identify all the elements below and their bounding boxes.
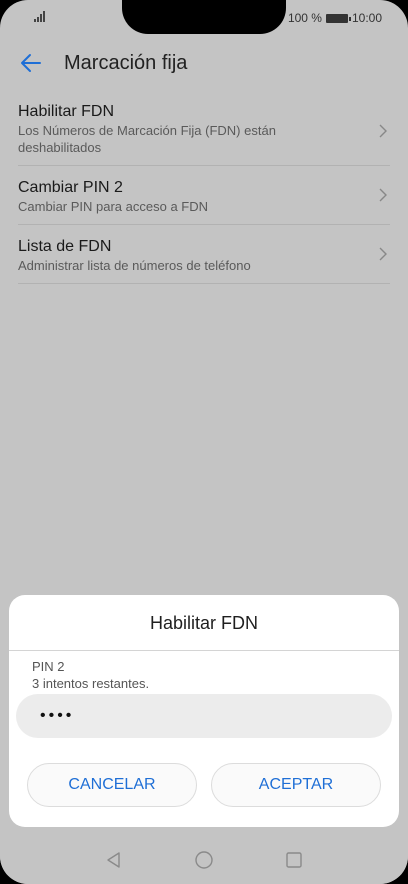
chevron-right-icon	[379, 247, 387, 261]
arrow-left-icon[interactable]	[18, 50, 44, 76]
setting-title: Habilitar FDN	[18, 103, 115, 120]
attempts-remaining: 3 intentos restantes.	[32, 676, 150, 691]
notch	[122, 0, 286, 34]
app-bar: Marcación fija	[0, 40, 408, 86]
enable-fdn-dialog: Habilitar FDN PIN 2 3 intentos restantes…	[9, 595, 399, 827]
setting-fdn-list[interactable]: Lista de FDN Administrar lista de número…	[18, 225, 390, 284]
pin2-label: PIN 2	[32, 659, 65, 674]
phone-screen: 100 % 10:00 Marcación fija Habilitar FDN…	[0, 0, 408, 884]
setting-subtitle: Cambiar PIN para acceso a FDN	[18, 199, 209, 214]
signal-icon	[34, 10, 48, 22]
cancel-button[interactable]: CANCELAR	[27, 763, 197, 807]
setting-subtitle: Los Números de Marcación Fija (FDN) está…	[18, 123, 276, 155]
setting-change-pin2[interactable]: Cambiar PIN 2 Cambiar PIN para acceso a …	[18, 166, 390, 225]
dialog-divider	[9, 650, 399, 651]
setting-enable-fdn[interactable]: Habilitar FDN Los Números de Marcación F…	[18, 96, 390, 166]
recents-square-icon[interactable]	[284, 850, 304, 870]
status-right: 100 % 10:00	[288, 11, 382, 25]
clock: 10:00	[351, 11, 382, 25]
settings-list: Habilitar FDN Los Números de Marcación F…	[18, 96, 390, 284]
setting-title: Cambiar PIN 2	[18, 179, 123, 196]
home-circle-icon[interactable]	[194, 850, 214, 870]
battery-percent: 100 %	[287, 11, 322, 25]
dialog-title: Habilitar FDN	[149, 613, 259, 633]
chevron-right-icon	[379, 124, 387, 137]
setting-subtitle: Administrar lista de números de teléfono	[18, 258, 251, 273]
pin2-input[interactable]: ••••	[16, 694, 392, 738]
status-bar: 100 % 10:00	[0, 0, 408, 36]
back-triangle-icon[interactable]	[104, 850, 124, 870]
page-title: Marcación fija	[64, 52, 188, 74]
setting-title: Lista de FDN	[18, 238, 112, 255]
battery-icon	[325, 13, 351, 23]
navigation-bar	[0, 838, 408, 884]
accept-button[interactable]: ACEPTAR	[211, 763, 381, 807]
chevron-right-icon	[379, 188, 387, 202]
